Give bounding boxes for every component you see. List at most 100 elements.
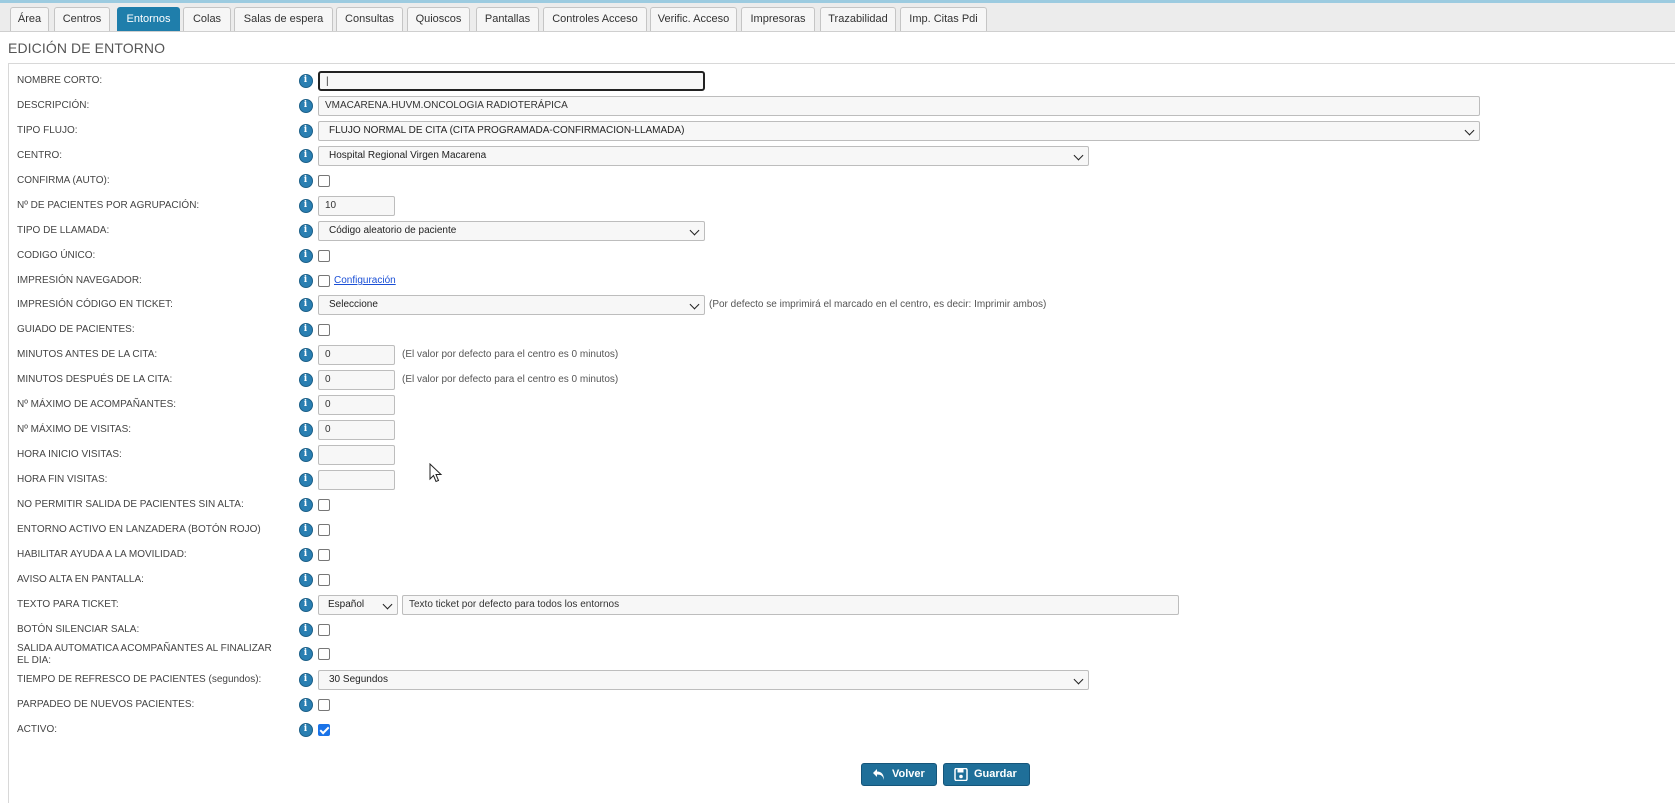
chevron-down-icon [1073, 150, 1084, 161]
info-icon[interactable] [299, 673, 313, 687]
parpadeo-checkbox[interactable] [318, 699, 330, 711]
chevron-down-icon [1464, 125, 1475, 136]
label-minutos-despues: MINUTOS DESPUÉS DE LA CITA: [17, 374, 173, 385]
volver-label: Volver [892, 768, 925, 780]
info-icon[interactable] [299, 224, 313, 238]
label-texto-ticket: TEXTO PARA TICKET: [17, 599, 119, 610]
tab-pantallas[interactable]: Pantallas [476, 7, 539, 31]
tab-controles-acceso[interactable]: Controles Acceso [543, 7, 647, 31]
info-icon[interactable] [299, 149, 313, 163]
nombre-corto-input[interactable]: | [318, 71, 705, 91]
info-icon[interactable] [299, 348, 313, 362]
tab-consultas[interactable]: Consultas [336, 7, 403, 31]
info-icon[interactable] [299, 623, 313, 637]
info-icon[interactable] [299, 74, 313, 88]
tab-salas-de-espera[interactable]: Salas de espera [234, 7, 333, 31]
descripcion-input[interactable]: VMACARENA.HUVM.ONCOLOGIA RADIOTERÁPICA [318, 96, 1480, 116]
info-icon[interactable] [299, 647, 313, 661]
tab-impresoras[interactable]: Impresoras [741, 7, 815, 31]
impresion-codigo-hint: (Por defecto se imprimirá el marcado en … [709, 299, 1047, 310]
ayuda-movilidad-checkbox[interactable] [318, 549, 330, 561]
info-icon[interactable] [299, 174, 313, 188]
label-boton-silenciar: BOTÓN SILENCIAR SALA: [17, 624, 140, 635]
mouse-cursor-icon [429, 463, 443, 483]
impresion-codigo-value: Seleccione [329, 299, 378, 310]
label-centro: CENTRO: [17, 150, 62, 161]
info-icon[interactable] [299, 373, 313, 387]
info-icon[interactable] [299, 723, 313, 737]
label-no-salida: NO PERMITIR SALIDA DE PACIENTES SIN ALTA… [17, 499, 244, 510]
tipo-flujo-select[interactable]: FLUJO NORMAL DE CITA (CITA PROGRAMADA-CO… [318, 121, 1480, 141]
tipo-llamada-select[interactable]: Código aleatorio de paciente [318, 221, 705, 241]
tab-imp-citas-pdi[interactable]: Imp. Citas Pdi [900, 7, 987, 31]
tab-entornos[interactable]: Entornos [117, 7, 180, 31]
activo-checkbox[interactable] [318, 724, 330, 736]
tiempo-refresco-select[interactable]: 30 Segundos [318, 670, 1089, 690]
info-icon[interactable] [299, 448, 313, 462]
tiempo-refresco-value: 30 Segundos [329, 674, 388, 685]
tab-colas[interactable]: Colas [183, 7, 231, 31]
no-salida-checkbox[interactable] [318, 499, 330, 511]
codigo-unico-checkbox[interactable] [318, 250, 330, 262]
info-icon[interactable] [299, 99, 313, 113]
hora-fin-input[interactable] [318, 470, 395, 490]
aviso-alta-checkbox[interactable] [318, 574, 330, 586]
impresion-codigo-select[interactable]: Seleccione [318, 295, 705, 315]
label-tiempo-refresco: TIEMPO DE REFRESCO DE PACIENTES (segundo… [17, 674, 262, 685]
label-max-visitas: Nº MÁXIMO DE VISITAS: [17, 424, 132, 435]
info-icon[interactable] [299, 573, 313, 587]
label-entorno-activo-lanzadera: ENTORNO ACTIVO EN LANZADERA (BOTÓN ROJO) [17, 524, 261, 535]
tab-area[interactable]: Área [10, 7, 49, 31]
max-acompanantes-input[interactable]: 0 [318, 395, 395, 415]
minutos-despues-hint: (El valor por defecto para el centro es … [402, 374, 619, 385]
confirma-auto-checkbox[interactable] [318, 175, 330, 187]
tab-quioscos[interactable]: Quioscos [407, 7, 470, 31]
label-salida-automatica: SALIDA AUTOMATICA ACOMPAÑANTES AL FINALI… [17, 643, 297, 667]
impresion-navegador-checkbox[interactable] [318, 275, 330, 287]
label-activo: ACTIVO: [17, 724, 58, 735]
label-aviso-alta: AVISO ALTA EN PANTALLA: [17, 574, 144, 585]
entorno-activo-lanzadera-checkbox[interactable] [318, 524, 330, 536]
info-icon[interactable] [299, 274, 313, 288]
texto-ticket-input[interactable]: Texto ticket por defecto para todos los … [402, 595, 1179, 615]
info-icon[interactable] [299, 698, 313, 712]
chevron-down-icon [382, 599, 393, 610]
info-icon[interactable] [299, 124, 313, 138]
label-max-acompanantes: Nº MÁXIMO DE ACOMPAÑANTES: [17, 399, 177, 410]
info-icon[interactable] [299, 249, 313, 263]
idioma-select[interactable]: Español [318, 595, 398, 615]
minutos-despues-input[interactable]: 0 [318, 370, 395, 390]
label-salida-automatica-line1: SALIDA AUTOMATICA ACOMPAÑANTES AL FINALI… [17, 643, 272, 654]
info-icon[interactable] [299, 199, 313, 213]
info-icon[interactable] [299, 523, 313, 537]
guardar-button[interactable]: Guardar [943, 763, 1030, 786]
info-icon[interactable] [299, 548, 313, 562]
tab-strip: Área Centros Entornos Colas Salas de esp… [0, 3, 1675, 32]
hora-inicio-input[interactable] [318, 445, 395, 465]
info-icon[interactable] [299, 323, 313, 337]
guardar-label: Guardar [974, 768, 1017, 780]
label-tipo-flujo: TIPO FLUJO: [17, 125, 78, 136]
label-hora-fin: HORA FIN VISITAS: [17, 474, 108, 485]
tab-centros[interactable]: Centros [54, 7, 110, 31]
label-codigo-unico: CODIGO ÚNICO: [17, 250, 96, 261]
pacientes-agrupacion-input[interactable]: 10 [318, 196, 395, 216]
label-tipo-llamada: TIPO DE LLAMADA: [17, 225, 110, 236]
info-icon[interactable] [299, 423, 313, 437]
configuracion-link[interactable]: Configuración [334, 275, 396, 286]
salida-automatica-checkbox[interactable] [318, 648, 330, 660]
tab-trazabilidad[interactable]: Trazabilidad [820, 7, 896, 31]
minutos-antes-input[interactable]: 0 [318, 345, 395, 365]
info-icon[interactable] [299, 473, 313, 487]
info-icon[interactable] [299, 498, 313, 512]
info-icon[interactable] [299, 298, 313, 312]
info-icon[interactable] [299, 398, 313, 412]
centro-select[interactable]: Hospital Regional Virgen Macarena [318, 146, 1089, 166]
max-visitas-input[interactable]: 0 [318, 420, 395, 440]
tipo-flujo-value: FLUJO NORMAL DE CITA (CITA PROGRAMADA-CO… [329, 125, 685, 136]
guiado-pacientes-checkbox[interactable] [318, 324, 330, 336]
info-icon[interactable] [299, 598, 313, 612]
tab-verific-acceso[interactable]: Verific. Acceso [650, 7, 737, 31]
volver-button[interactable]: Volver [861, 763, 937, 786]
boton-silenciar-checkbox[interactable] [318, 624, 330, 636]
